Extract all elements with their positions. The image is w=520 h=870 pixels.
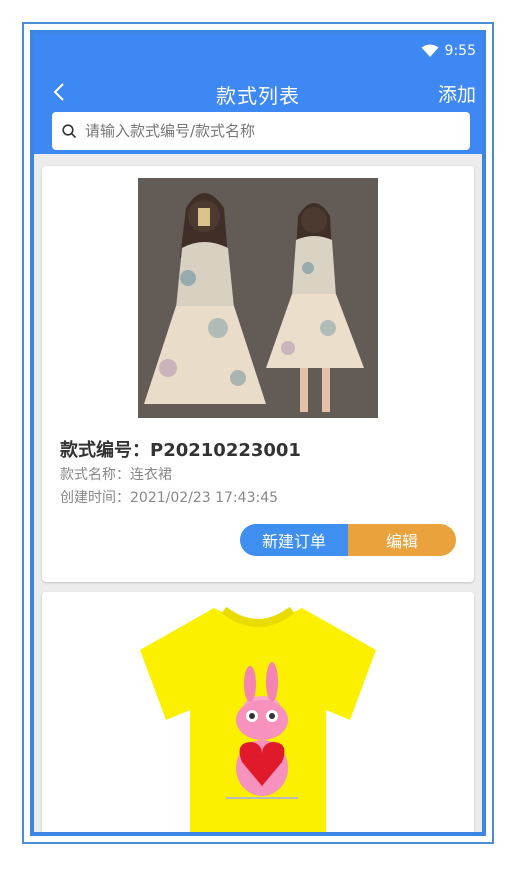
page-title: 款式列表: [216, 84, 300, 108]
style-card[interactable]: [42, 592, 474, 832]
nav-bar: 款式列表 添加: [34, 72, 482, 112]
status-time: 9:55: [444, 43, 476, 59]
style-name: 款式名称：连衣裙: [60, 467, 172, 483]
add-button[interactable]: 添加: [438, 80, 476, 107]
edit-button[interactable]: 编辑: [348, 524, 456, 556]
search-icon: [62, 123, 77, 138]
tshirt-photo: [140, 606, 376, 832]
new-order-button[interactable]: 新建订单: [240, 524, 348, 556]
style-card[interactable]: 款式编号：P20210223001 款式名称：连衣裙 创建时间：2021/02/…: [42, 166, 474, 582]
style-list[interactable]: 款式编号：P20210223001 款式名称：连衣裙 创建时间：2021/02/…: [34, 160, 482, 832]
card-actions: 新建订单 编辑: [240, 524, 456, 556]
style-code: 款式编号：P20210223001: [60, 440, 301, 461]
search-input[interactable]: [83, 121, 447, 141]
device-frame: 9:55 款式列表 添加 请输入款式编号/款式名称 款式编号：P20210223…: [22, 22, 494, 844]
dress-photo: [138, 178, 378, 418]
created-time: 创建时间：2021/02/23 17:43:45: [60, 490, 279, 506]
status-bar: 9:55: [421, 40, 476, 62]
header-bar: 9:55 款式列表 添加: [34, 34, 482, 154]
search-box[interactable]: [52, 112, 470, 150]
app-screen: 9:55 款式列表 添加 请输入款式编号/款式名称 款式编号：P20210223…: [30, 30, 486, 836]
wifi-icon: [421, 44, 439, 57]
